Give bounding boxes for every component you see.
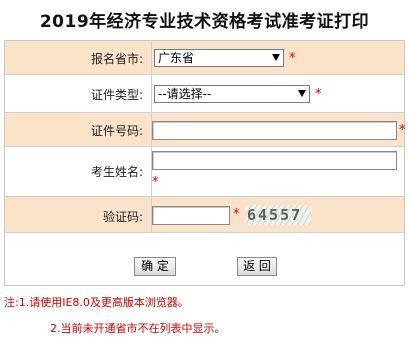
note-line-1: 注:1.请使用IE8.0及更高版本浏览器。	[4, 296, 189, 309]
name-input[interactable]	[152, 151, 397, 170]
province-select-value: 广东省	[158, 51, 195, 65]
name-label: 考生姓名:	[90, 165, 143, 179]
id-number-input[interactable]	[152, 121, 397, 140]
note-line-2: 2.当前未开通省市不在列表中显示。	[50, 322, 226, 335]
required-mark: *	[289, 51, 296, 66]
id-number-row: 证件号码: *	[5, 112, 406, 146]
print-form: 报名省市: 广东省 * 证件类型: --请选择-- * 证件号码: * 考生姓名…	[4, 40, 406, 286]
captcha-input[interactable]	[152, 206, 230, 225]
captcha-row: 验证码: * 64557	[5, 196, 404, 232]
required-mark: *	[399, 123, 406, 138]
captcha-image[interactable]: 64557	[245, 205, 311, 225]
column-divider	[151, 75, 152, 112]
id-type-select[interactable]: --请选择--	[154, 85, 310, 103]
page-title: 2019年经济专业技术资格考试准考证打印	[39, 12, 370, 32]
name-row: 考生姓名: *	[5, 146, 404, 196]
chevron-down-icon	[298, 90, 306, 97]
province-label: 报名省市:	[90, 52, 143, 66]
required-mark: *	[233, 207, 240, 222]
captcha-label: 验证码:	[102, 210, 143, 224]
id-type-row: 证件类型: --请选择-- *	[5, 74, 404, 112]
required-mark: *	[315, 87, 322, 102]
province-select[interactable]: 广东省	[154, 49, 284, 67]
button-row: 确 定 返 回	[5, 232, 404, 286]
id-type-select-value: --请选择--	[158, 87, 212, 101]
required-mark: *	[152, 175, 159, 190]
id-number-label: 证件号码:	[90, 124, 143, 138]
id-type-label: 证件类型:	[90, 88, 143, 102]
back-button[interactable]: 返 回	[237, 257, 277, 276]
confirm-button[interactable]: 确 定	[134, 257, 176, 276]
province-row: 报名省市: 广东省 *	[5, 41, 404, 74]
column-divider	[151, 41, 152, 74]
chevron-down-icon	[272, 54, 280, 61]
captcha-noise	[245, 205, 311, 225]
